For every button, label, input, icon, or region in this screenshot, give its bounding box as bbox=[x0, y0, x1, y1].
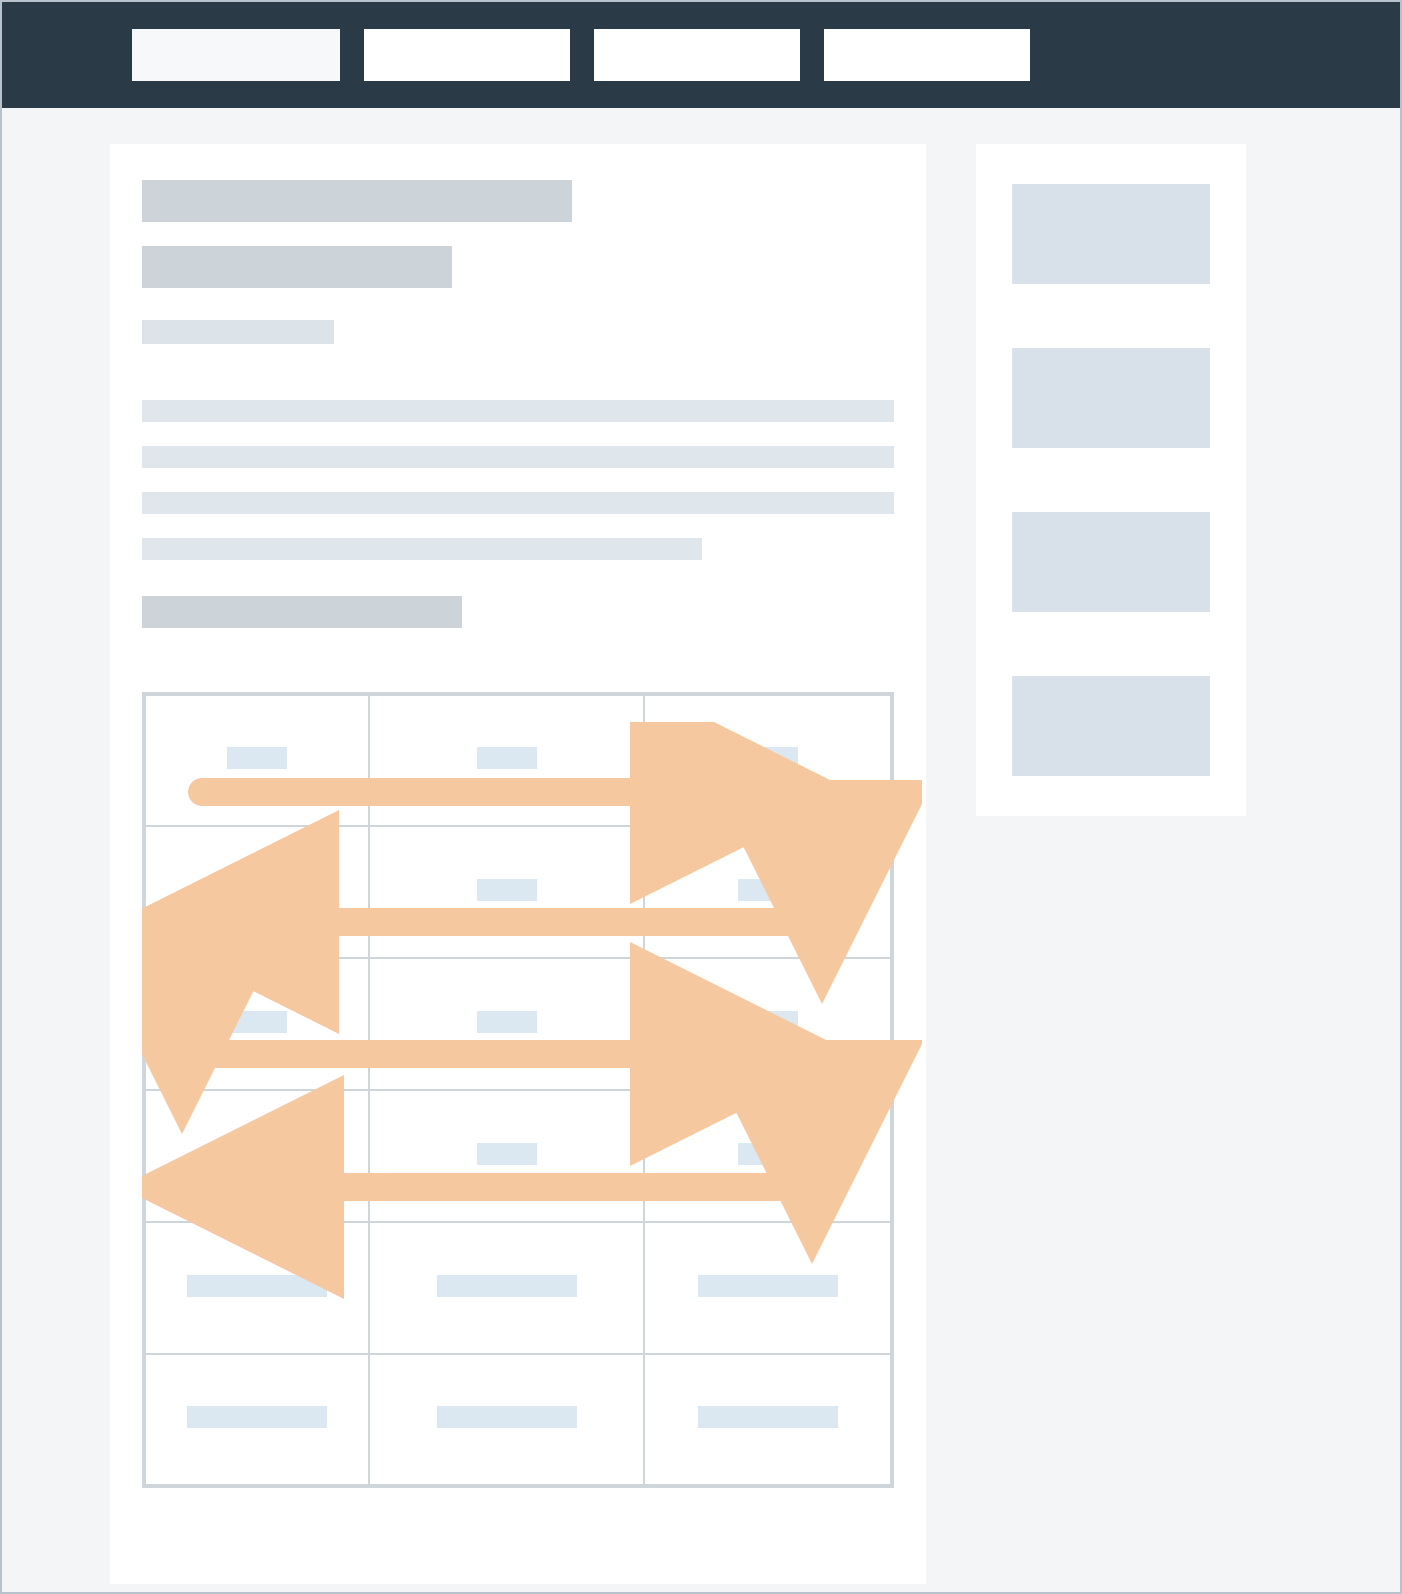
table-cell bbox=[227, 879, 287, 901]
article-subtitle bbox=[142, 246, 452, 288]
top-nav bbox=[2, 2, 1400, 108]
table-cell bbox=[477, 1143, 537, 1165]
sidebar-widget bbox=[1012, 676, 1210, 776]
article-meta bbox=[142, 320, 334, 344]
table-cell bbox=[227, 1011, 287, 1033]
table-row bbox=[144, 694, 892, 826]
table-cell bbox=[698, 1406, 838, 1428]
nav-tab-1[interactable] bbox=[132, 29, 340, 81]
table-row bbox=[144, 1090, 892, 1222]
table-row bbox=[144, 1222, 892, 1354]
paragraph-line bbox=[142, 446, 894, 468]
article-main bbox=[110, 144, 926, 1584]
table-cell bbox=[738, 879, 798, 901]
nav-tab-2[interactable] bbox=[364, 29, 570, 81]
table-row bbox=[144, 826, 892, 958]
table-cell bbox=[477, 1011, 537, 1033]
table-row bbox=[144, 958, 892, 1090]
table-cell bbox=[477, 747, 537, 769]
table-cell bbox=[477, 879, 537, 901]
paragraph-line bbox=[142, 538, 702, 560]
table-cell bbox=[187, 1406, 327, 1428]
table-cell bbox=[227, 747, 287, 769]
table-cell bbox=[187, 1275, 327, 1297]
table-cell bbox=[437, 1406, 577, 1428]
table-cell bbox=[738, 1011, 798, 1033]
table-cell bbox=[437, 1275, 577, 1297]
paragraph-line bbox=[142, 492, 894, 514]
table-cell bbox=[738, 747, 798, 769]
table-cell bbox=[738, 1143, 798, 1165]
section-heading bbox=[142, 596, 462, 628]
sidebar-widget bbox=[1012, 348, 1210, 448]
table-cell bbox=[698, 1275, 838, 1297]
paragraph-line bbox=[142, 400, 894, 422]
article-title bbox=[142, 180, 572, 222]
nav-tab-4[interactable] bbox=[824, 29, 1030, 81]
sidebar-widget bbox=[1012, 512, 1210, 612]
sidebar-widget bbox=[1012, 184, 1210, 284]
table-cell bbox=[227, 1143, 287, 1165]
nav-tab-3[interactable] bbox=[594, 29, 800, 81]
data-table bbox=[142, 692, 894, 1488]
table-row bbox=[144, 1354, 892, 1486]
sidebar bbox=[976, 144, 1246, 816]
